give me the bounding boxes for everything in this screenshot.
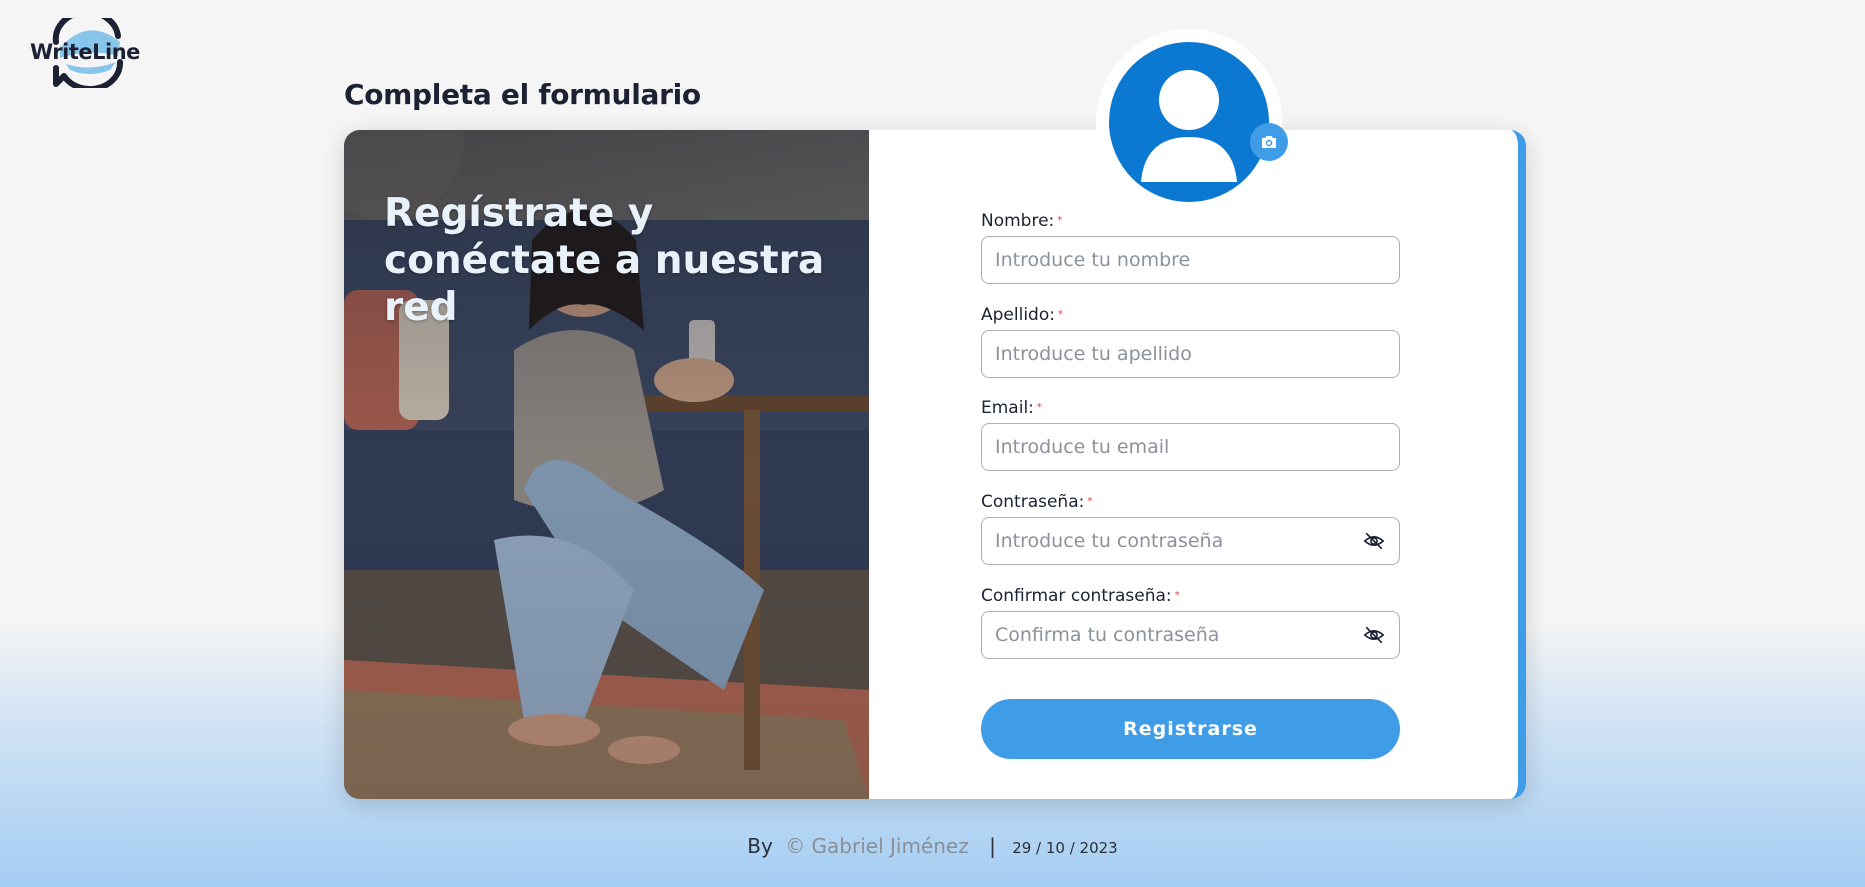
required-mark: * bbox=[1036, 402, 1042, 413]
nombre-input-wrap bbox=[981, 236, 1400, 284]
apellido-input-wrap bbox=[981, 330, 1400, 378]
password-label: Contraseña: * bbox=[981, 492, 1093, 512]
writeline-logo[interactable]: WriteLine bbox=[30, 18, 146, 88]
required-mark: * bbox=[1057, 309, 1063, 320]
footer-separator: | bbox=[989, 834, 996, 858]
footer-by: By bbox=[747, 834, 773, 858]
avatar bbox=[1109, 42, 1269, 202]
user-icon bbox=[1141, 70, 1237, 182]
field-nombre: Nombre: * bbox=[981, 210, 1400, 284]
required-mark: * bbox=[1174, 590, 1180, 601]
logo-text: WriteLine bbox=[30, 40, 140, 64]
field-apellido: Apellido: * bbox=[981, 304, 1400, 378]
required-mark: * bbox=[1087, 496, 1093, 507]
email-label: Email: * bbox=[981, 398, 1042, 418]
confirm-password-input[interactable] bbox=[982, 612, 1368, 658]
apellido-label: Apellido: * bbox=[981, 305, 1063, 325]
page-title: Completa el formulario bbox=[344, 78, 701, 111]
email-input[interactable] bbox=[982, 424, 1368, 470]
register-button[interactable]: Registrarse bbox=[981, 699, 1400, 759]
footer-date: 29 / 10 / 2023 bbox=[1012, 839, 1118, 857]
email-input-wrap bbox=[981, 423, 1400, 471]
field-password: Contraseña: * bbox=[981, 491, 1400, 565]
hero-photo: Regístrate y conéctate a nuestra red bbox=[344, 130, 869, 799]
apellido-input[interactable] bbox=[982, 331, 1368, 377]
footer: By © Gabriel Jiménez | 29 / 10 / 2023 bbox=[0, 834, 1865, 858]
upload-photo-button[interactable] bbox=[1250, 123, 1288, 161]
field-confirm-password: Confirmar contraseña: * bbox=[981, 585, 1400, 659]
password-input[interactable] bbox=[982, 518, 1368, 564]
field-email: Email: * bbox=[981, 397, 1400, 471]
confirm-password-input-wrap bbox=[981, 611, 1400, 659]
eye-slash-icon[interactable] bbox=[1363, 624, 1385, 646]
password-input-wrap bbox=[981, 517, 1400, 565]
footer-author-link[interactable]: © Gabriel Jiménez bbox=[785, 834, 969, 858]
camera-icon bbox=[1262, 136, 1276, 148]
nombre-input[interactable] bbox=[982, 237, 1368, 283]
eye-slash-icon[interactable] bbox=[1363, 530, 1385, 552]
required-mark: * bbox=[1057, 215, 1063, 226]
nombre-label: Nombre: * bbox=[981, 211, 1063, 231]
hero-heading: Regístrate y conéctate a nuestra red bbox=[384, 191, 825, 330]
confirm-password-label: Confirmar contraseña: * bbox=[981, 586, 1180, 606]
